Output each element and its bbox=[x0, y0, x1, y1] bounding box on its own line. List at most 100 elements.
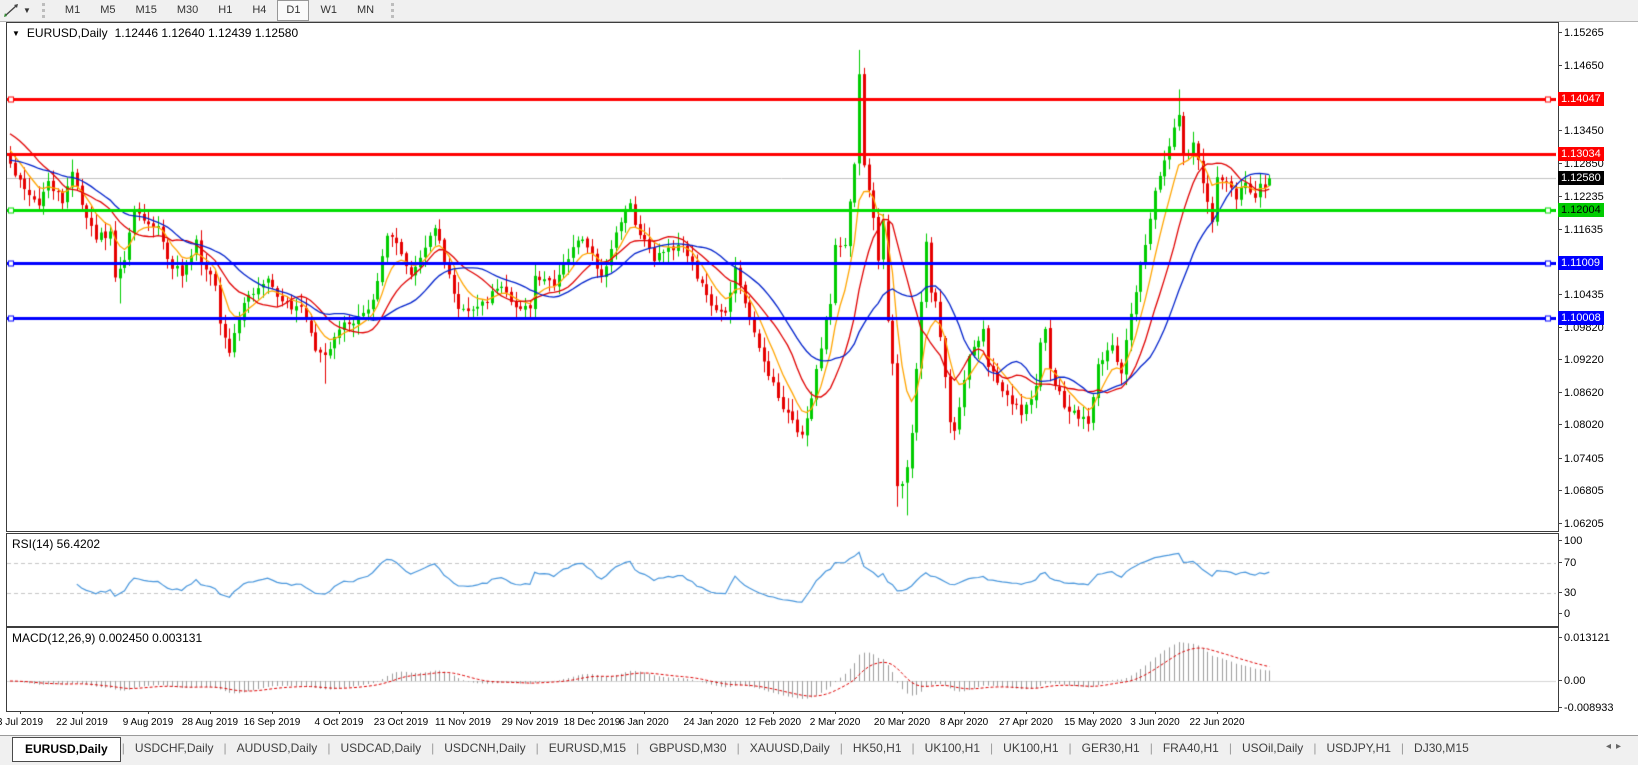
date-tick bbox=[711, 711, 712, 714]
timeframe-group: M1 M5 M15 M30 H1 H4 D1 W1 MN bbox=[55, 0, 384, 21]
date-tick bbox=[463, 711, 464, 714]
date-label-24-Jan-2020: 24 Jan 2020 bbox=[683, 717, 739, 728]
chart-tab-bar: EURUSD,Daily | USDCHF,Daily | AUDUSD,Daily | U… bbox=[0, 735, 1638, 765]
chart-title: ▼ EURUSD,Daily 1.12446 1.12640 1.12439 1… bbox=[12, 26, 298, 40]
collapse-caret-icon[interactable]: ▼ bbox=[12, 29, 20, 38]
date-tick bbox=[644, 711, 645, 714]
rsi-panel: RSI(14) 56.4202 bbox=[6, 533, 1559, 627]
chart-tab-USDCNH-Daily[interactable]: USDCNH,Daily bbox=[435, 736, 534, 762]
date-label-27-Apr-2020: 27 Apr 2020 bbox=[999, 717, 1053, 728]
timeframe-button-M1[interactable]: M1 bbox=[56, 0, 89, 21]
date-label-20-Mar-2020: 20 Mar 2020 bbox=[873, 717, 931, 728]
price-badge-1.10008: 1.10008 bbox=[1558, 310, 1604, 325]
date-tick bbox=[592, 711, 593, 714]
date-tick bbox=[148, 711, 149, 714]
chevron-down-icon: ▼ bbox=[23, 6, 31, 15]
price-tick-1.06805: 1.06805 bbox=[1558, 485, 1604, 497]
price-tick-1.13450: 1.13450 bbox=[1558, 125, 1604, 137]
date-label-3-Jun-2020: 3 Jun 2020 bbox=[1130, 717, 1180, 728]
timeframe-button-H4[interactable]: H4 bbox=[243, 0, 275, 21]
rsi-tick-70: 70 bbox=[1558, 557, 1576, 569]
macd-tick-0.013121: 0.013121 bbox=[1558, 632, 1610, 644]
price-tick-1.10435: 1.10435 bbox=[1558, 289, 1604, 301]
chart-tab-AUDUSD-Daily[interactable]: AUDUSD,Daily bbox=[228, 736, 327, 762]
date-label-29-Nov-2019: 29 Nov 2019 bbox=[501, 717, 559, 728]
date-axis[interactable]: 3 Jul 2019 22 Jul 2019 9 Aug 2019 28 Aug 20… bbox=[0, 711, 1558, 734]
macd-canvas[interactable] bbox=[7, 628, 1556, 709]
date-label-28-Aug-2019: 28 Aug 2019 bbox=[181, 717, 239, 728]
rsi-tick-0: 0 bbox=[1558, 608, 1570, 620]
chart-tab-DJ30-M15[interactable]: DJ30,M15 bbox=[1405, 736, 1478, 762]
date-label-16-Sep-2019: 16 Sep 2019 bbox=[243, 717, 301, 728]
price-badge-1.13034: 1.13034 bbox=[1558, 146, 1604, 161]
chart-tab-GER30-H1[interactable]: GER30,H1 bbox=[1073, 736, 1149, 762]
date-label-9-Aug-2019: 9 Aug 2019 bbox=[122, 717, 174, 728]
price-tick-1.07405: 1.07405 bbox=[1558, 453, 1604, 465]
chart-tab-UK100-H1[interactable]: UK100,H1 bbox=[994, 736, 1067, 762]
date-tick bbox=[1217, 711, 1218, 714]
toolbar-grip-end bbox=[391, 3, 397, 18]
chart-tab-EURUSD-M15[interactable]: EURUSD,M15 bbox=[540, 736, 635, 762]
line-tool-dropdown[interactable]: ▼ bbox=[0, 4, 35, 17]
main-chart-canvas[interactable] bbox=[7, 23, 1556, 529]
rsi-label: RSI(14) 56.4202 bbox=[12, 537, 101, 551]
date-tick bbox=[272, 711, 273, 714]
date-tick bbox=[964, 711, 965, 714]
date-label-22-Jun-2020: 22 Jun 2020 bbox=[1189, 717, 1245, 728]
price-axis[interactable]: 1.15265 1.14650 1.13450 1.12850 1.12235 1.116… bbox=[1558, 0, 1638, 765]
date-tick bbox=[210, 711, 211, 714]
date-tick bbox=[773, 711, 774, 714]
price-tick-1.09220: 1.09220 bbox=[1558, 354, 1604, 366]
timeframe-button-W1[interactable]: W1 bbox=[311, 0, 346, 21]
price-badge-1.11009: 1.11009 bbox=[1558, 256, 1603, 271]
chart-tab-USDCAD-Daily[interactable]: USDCAD,Daily bbox=[331, 736, 430, 762]
chart-tab-USOil-Daily[interactable]: USOil,Daily bbox=[1233, 736, 1312, 762]
date-tick bbox=[339, 711, 340, 714]
date-tick bbox=[401, 711, 402, 714]
price-badge-1.12580: 1.12580 bbox=[1558, 171, 1604, 186]
chart-tab-UK100-H1[interactable]: UK100,H1 bbox=[916, 736, 989, 762]
date-label-23-Oct-2019: 23 Oct 2019 bbox=[373, 717, 429, 728]
macd-tick--0.008933: -0.008933 bbox=[1558, 702, 1614, 714]
price-tick-1.06205: 1.06205 bbox=[1558, 518, 1604, 530]
timeframe-button-M15[interactable]: M15 bbox=[126, 0, 165, 21]
chart-tab-GBPUSD-M30[interactable]: GBPUSD,M30 bbox=[640, 736, 735, 762]
toolbar: ▼ M1 M5 M15 M30 H1 H4 D1 W1 MN bbox=[0, 0, 1638, 22]
toolbar-grip bbox=[41, 3, 48, 18]
timeframe-button-H1[interactable]: H1 bbox=[209, 0, 241, 21]
timeframe-button-M30[interactable]: M30 bbox=[168, 0, 207, 21]
timeframe-button-M5[interactable]: M5 bbox=[91, 0, 124, 21]
date-label-22-Jul-2019: 22 Jul 2019 bbox=[56, 717, 108, 728]
date-tick bbox=[1155, 711, 1156, 714]
chart-tab-USDJPY-H1[interactable]: USDJPY,H1 bbox=[1317, 736, 1399, 762]
timeframe-button-D1[interactable]: D1 bbox=[277, 0, 310, 21]
price-tick-1.11635: 1.11635 bbox=[1558, 224, 1603, 236]
date-label-2-Mar-2020: 2 Mar 2020 bbox=[809, 717, 861, 728]
chart-tab-XAUUSD-Daily[interactable]: XAUUSD,Daily bbox=[741, 736, 839, 762]
date-tick bbox=[530, 711, 531, 714]
chart-tab-HK50-H1[interactable]: HK50,H1 bbox=[844, 736, 911, 762]
date-tick bbox=[1093, 711, 1094, 714]
chart-tab-FRA40-H1[interactable]: FRA40,H1 bbox=[1154, 736, 1228, 762]
tab-scroll-arrows[interactable]: ◂▸ bbox=[1602, 736, 1630, 757]
date-tick bbox=[835, 711, 836, 714]
chart-tab-USDCHF-Daily[interactable]: USDCHF,Daily bbox=[126, 736, 223, 762]
price-badge-1.12004: 1.12004 bbox=[1558, 202, 1604, 217]
price-tick-1.14650: 1.14650 bbox=[1558, 60, 1604, 72]
rsi-canvas[interactable] bbox=[7, 534, 1556, 624]
date-label-18-Dec-2019: 18 Dec 2019 bbox=[563, 717, 621, 728]
chart-tab-EURUSD-Daily[interactable]: EURUSD,Daily bbox=[12, 737, 121, 762]
rsi-tick-30: 30 bbox=[1558, 587, 1576, 599]
price-tick-1.15265: 1.15265 bbox=[1558, 27, 1604, 39]
date-tick bbox=[1026, 711, 1027, 714]
tab-scroll-right-icon: ▸ bbox=[1615, 741, 1626, 752]
date-label-15-May-2020: 15 May 2020 bbox=[1064, 717, 1122, 728]
date-label-8-Apr-2020: 8 Apr 2020 bbox=[939, 717, 989, 728]
rsi-tick-100: 100 bbox=[1558, 535, 1582, 547]
price-tick-1.08620: 1.08620 bbox=[1558, 387, 1604, 399]
date-tick bbox=[20, 711, 21, 714]
date-tick bbox=[82, 711, 83, 714]
trendline-tool-icon bbox=[4, 4, 18, 17]
tab-scroll-left-icon: ◂ bbox=[1605, 741, 1616, 752]
timeframe-button-MN[interactable]: MN bbox=[348, 0, 383, 21]
